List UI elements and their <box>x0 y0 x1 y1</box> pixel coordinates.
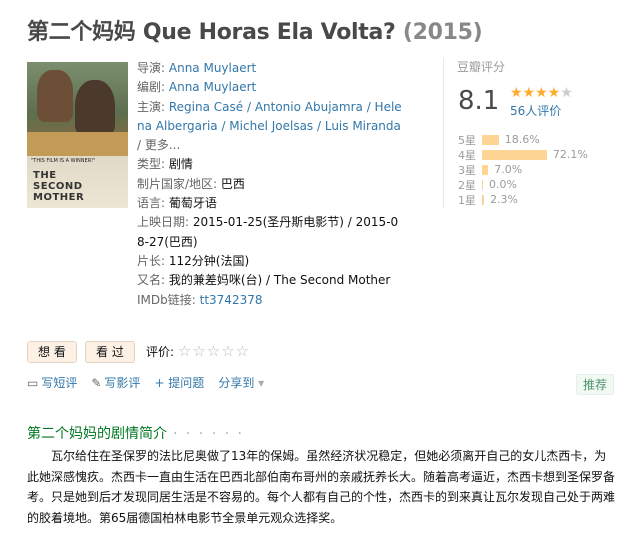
poster-title: THE SECOND MOTHER <box>33 170 85 203</box>
rating-distribution: 5星 18.6% 4星 72.1% 3星 7.0% 2星 0.0% 1星 2.3% <box>458 132 588 207</box>
release-label: 上映日期: <box>137 215 190 230</box>
title-en: Que Horas Ela Volta? <box>142 20 396 45</box>
writer-label: 编剧: <box>137 80 166 95</box>
director-link[interactable]: Anna Muylaert <box>169 61 256 75</box>
recommend-button[interactable]: 推荐 <box>576 374 615 395</box>
rating-bar <box>482 164 489 175</box>
lang-label: 语言: <box>137 196 166 211</box>
genre-label: 类型: <box>137 157 166 172</box>
comment-icon: ▭ <box>27 376 39 390</box>
movie-info: 导演: Anna Muylaert 编剧: Anna Muylaert 主演: … <box>137 59 429 310</box>
cast-link[interactable]: Regina Casé / Antonio Abujamra / Hele <box>169 100 402 114</box>
country-value: 巴西 <box>220 176 245 191</box>
rating-bar-star: 4星 <box>458 148 476 162</box>
title-year: (2015) <box>402 20 483 45</box>
share-dropdown[interactable]: 分享到 ▾ <box>218 374 264 391</box>
title-zh: 第二个妈妈 <box>27 20 136 45</box>
release-value-cont: 8-27(巴西) <box>137 234 198 249</box>
rating-label: 豆瓣评分 <box>457 60 506 74</box>
pencil-icon: ✎ <box>91 376 102 390</box>
imdb-link[interactable]: tt3742378 <box>200 293 263 307</box>
eval-label: 评价: <box>146 345 175 359</box>
rating-bar <box>482 149 547 160</box>
page-title: 第二个妈妈 Que Horas Ela Volta? (2015) <box>27 14 483 46</box>
star-icon: ★★★★ <box>510 85 561 101</box>
rating-bar-star: 1星 <box>458 193 476 207</box>
rate-stars-icon[interactable]: ☆☆☆☆☆ <box>178 342 250 360</box>
rating-bar-row: 5星 18.6% <box>458 132 588 147</box>
rating-panel: 豆瓣评分 8.1 ★★★★★ 56人评价 5星 18.6% 4星 72.1% 3星 7.0… <box>443 58 627 208</box>
aka-label: 又名: <box>137 273 166 288</box>
poster-band <box>27 132 128 156</box>
star-empty-icon: ★ <box>560 85 573 101</box>
rating-bar <box>482 194 485 205</box>
genre-value: 剧情 <box>168 157 193 172</box>
caret-down-icon: ▾ <box>258 376 265 390</box>
rating-bar-pct: 0.0% <box>489 178 517 191</box>
imdb-label: IMDb链接: <box>137 292 196 307</box>
rating-stars: ★★★★★ <box>510 85 573 101</box>
director-label: 导演: <box>137 61 166 75</box>
poster-figure-right <box>75 80 115 136</box>
cast-more[interactable]: / 更多... <box>137 138 180 152</box>
poster-tagline: "THIS FILM IS A WINNER!" <box>31 158 96 164</box>
release-value: 2015-01-25(圣丹斯电影节) / 2015-0 <box>192 215 399 230</box>
rating-bar-star: 5星 <box>458 133 476 147</box>
writer-link[interactable]: Anna Muylaert <box>169 80 256 94</box>
rating-bar-pct: 7.0% <box>494 163 523 176</box>
rating-bar <box>482 134 499 145</box>
movie-poster[interactable]: "THIS FILM IS A WINNER!" THE SECOND MOTH… <box>27 62 128 208</box>
rating-bar-pct: 2.3% <box>490 193 519 206</box>
rating-count[interactable]: 56人评价 <box>510 102 561 119</box>
rating-bar-star: 3星 <box>458 163 476 177</box>
lang-value: 葡萄牙语 <box>168 196 217 211</box>
write-review[interactable]: ✎ 写影评 <box>91 374 140 391</box>
write-short-review[interactable]: ▭ 写短评 <box>27 374 77 391</box>
runtime-label: 片长: <box>137 253 166 268</box>
rating-bar-row: 1星 2.3% <box>458 192 588 207</box>
rating-bar-pct: 72.1% <box>552 148 588 161</box>
synopsis-heading: 第二个妈妈的剧情简介 · · · · · · <box>27 426 244 442</box>
rating-bar-pct: 18.6% <box>504 133 540 146</box>
rating-bar-row: 2星 0.0% <box>458 177 588 192</box>
want-to-watch-button[interactable]: 想 看 <box>27 341 77 363</box>
rating-bar-star: 2星 <box>458 178 476 192</box>
ask-question[interactable]: + 提问题 <box>154 374 204 391</box>
runtime-value: 112分钟(法国) <box>168 253 250 268</box>
country-label: 制片国家/地区: <box>137 176 218 191</box>
rating-bar <box>482 179 483 190</box>
poster-figure-left <box>37 70 73 122</box>
rating-score: 8.1 <box>458 86 500 116</box>
cast-link-cont[interactable]: na Albergaria / Michel Joelsas / Luis Mi… <box>137 119 401 133</box>
rating-bar-row: 4星 72.1% <box>458 147 588 162</box>
aka-value: 我的兼差妈咪(台) / The Second Mother <box>168 273 391 288</box>
cast-label: 主演: <box>137 99 166 114</box>
rating-bar-row: 3星 7.0% <box>458 162 588 177</box>
watched-button[interactable]: 看 过 <box>85 341 135 363</box>
synopsis-text: 瓦尔给住在圣保罗的法比尼奥做了13年的保姆。虽然经济状况稳定，但她必须离开自己的… <box>27 449 616 525</box>
user-rating: 评价: ☆☆☆☆☆ <box>146 342 250 360</box>
action-bar: ▭ 写短评 ✎ 写影评 + 提问题 分享到 ▾ <box>27 374 264 391</box>
